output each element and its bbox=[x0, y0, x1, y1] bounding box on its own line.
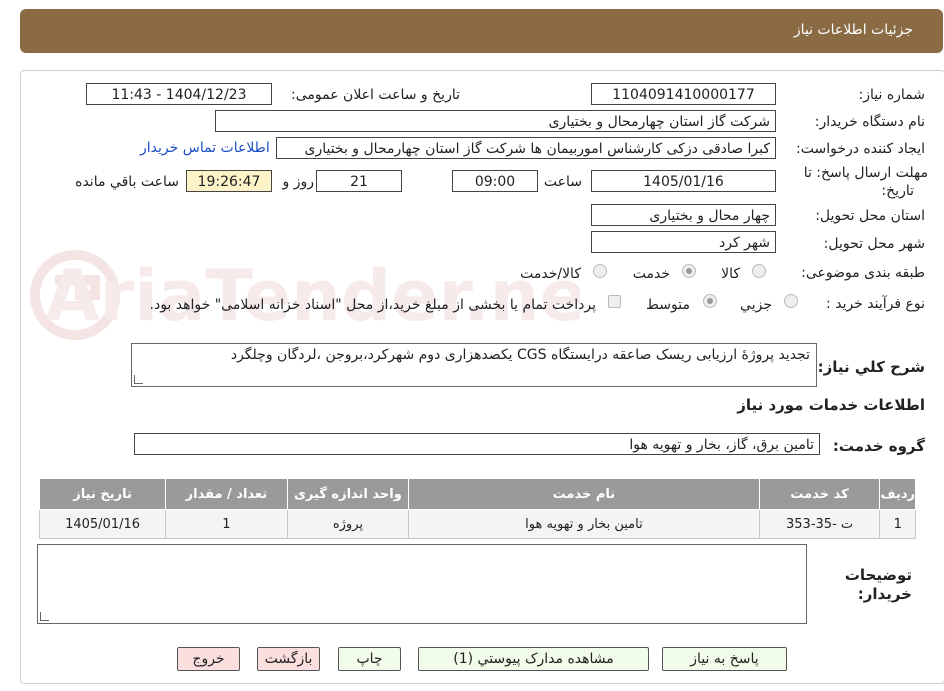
category-radio-service[interactable] bbox=[682, 264, 696, 278]
description-text: تجدید پروژۀ ارزیابی ریسک صاعقه درایستگاه… bbox=[230, 347, 810, 363]
col-header-need-date: تاریخ نیاز bbox=[38, 478, 167, 510]
requester-field: کبرا صادقی دزکی کارشناس اموربیمان ها شرک… bbox=[276, 137, 776, 159]
buyer-notes-field[interactable] bbox=[37, 544, 807, 624]
exit-button[interactable]: خروج bbox=[177, 647, 240, 671]
category-option-goods: کالا bbox=[721, 266, 740, 282]
requester-label: ایجاد کننده درخواست: bbox=[796, 141, 925, 157]
table-header-row: ردیف کد خدمت نام خدمت واحد اندازه گیری ت… bbox=[38, 478, 916, 510]
deadline-label-2: تاریخ: bbox=[881, 183, 914, 199]
process-radio-minor[interactable] bbox=[784, 294, 798, 308]
deadline-date-field: 1405/01/16 bbox=[591, 170, 776, 192]
province-label: استان محل تحویل: bbox=[815, 208, 925, 224]
process-radio-medium[interactable] bbox=[703, 294, 717, 308]
resize-grip-icon bbox=[40, 612, 49, 621]
cell-need-date: 1405/01/16 bbox=[38, 509, 167, 539]
city-field: شهر کرد bbox=[591, 231, 776, 253]
buyer-org-field: شرکت گاز استان چهارمحال و بختیاری bbox=[215, 110, 776, 132]
cell-service-code: ت -35-353 bbox=[758, 509, 881, 539]
payment-note: پرداخت تمام یا بخشی از مبلغ خرید،از محل … bbox=[149, 297, 596, 313]
view-attachments-button[interactable]: مشاهده مدارک پیوستي (1) bbox=[418, 647, 649, 671]
deadline-label: مهلت ارسال پاسخ: تا bbox=[803, 165, 928, 181]
table-row: 1 ت -35-353 تامین بخار و تهویه هوا پروژه… bbox=[38, 509, 916, 539]
days-label: روز و bbox=[282, 174, 315, 190]
process-option-minor: جزیي bbox=[740, 297, 772, 313]
resize-grip-icon bbox=[134, 375, 143, 384]
service-group-field: تامین برق، گاز، بخار و تهویه هوا bbox=[134, 433, 820, 455]
services-table: ردیف کد خدمت نام خدمت واحد اندازه گیری ت… bbox=[38, 478, 916, 539]
process-option-medium: متوسط bbox=[646, 297, 690, 313]
col-header-service-name: نام خدمت bbox=[408, 478, 760, 510]
print-button[interactable]: چاپ bbox=[338, 647, 401, 671]
city-label: شهر محل تحویل: bbox=[823, 236, 925, 252]
category-option-service: خدمت bbox=[632, 266, 670, 282]
page-title: جزئیات اطلاعات نیاز bbox=[793, 22, 913, 38]
announce-field: 1404/12/23 - 11:43 bbox=[86, 83, 272, 105]
cell-row-number: 1 bbox=[879, 509, 916, 539]
col-header-unit: واحد اندازه گیری bbox=[286, 478, 410, 510]
deadline-time-field: 09:00 bbox=[452, 170, 538, 192]
service-group-label: گروه خدمت: bbox=[832, 437, 925, 455]
need-number-label: شماره نیاز: bbox=[858, 87, 926, 103]
province-field: چهار محال و بختیاری bbox=[591, 204, 776, 226]
process-label: نوع فرآیند خرید : bbox=[826, 296, 925, 312]
page-header: جزئیات اطلاعات نیاز bbox=[20, 9, 943, 53]
buyer-org-label: نام دستگاه خریدار: bbox=[814, 114, 925, 130]
announce-label: تاریخ و ساعت اعلان عمومی: bbox=[291, 87, 460, 103]
back-button[interactable]: بازگشت bbox=[257, 647, 320, 671]
cell-service-name: تامین بخار و تهویه هوا bbox=[408, 509, 760, 539]
remaining-time-field: 19:26:47 bbox=[186, 170, 272, 192]
category-radio-both[interactable] bbox=[593, 264, 607, 278]
buyer-notes-label: توضیحات bbox=[844, 566, 912, 584]
category-radio-goods[interactable] bbox=[752, 264, 766, 278]
category-option-both: کالا/خدمت bbox=[520, 266, 581, 282]
treasury-checkbox[interactable] bbox=[608, 295, 621, 308]
buyer-contact-link[interactable]: اطلاعات تماس خریدار bbox=[140, 140, 270, 156]
col-header-quantity: تعداد / مقدار bbox=[165, 478, 288, 510]
days-field: 21 bbox=[316, 170, 402, 192]
col-header-service-code: کد خدمت bbox=[758, 478, 881, 510]
description-field: تجدید پروژۀ ارزیابی ریسک صاعقه درایستگاه… bbox=[131, 343, 817, 387]
remaining-label: ساعت باقي مانده bbox=[75, 174, 179, 190]
time-label: ساعت bbox=[543, 174, 582, 190]
col-header-row-number: ردیف bbox=[879, 478, 916, 510]
buyer-notes-label-2: خریدار: bbox=[857, 585, 912, 603]
cell-unit: پروژه bbox=[286, 509, 410, 539]
services-title: اطلاعات خدمات مورد نیاز bbox=[737, 396, 925, 414]
reply-button[interactable]: پاسخ به نیاز bbox=[662, 647, 787, 671]
description-label: شرح کلي نیاز: bbox=[817, 358, 925, 376]
need-number-field: 1104091410000177 bbox=[591, 83, 776, 105]
category-label: طبقه بندی موضوعی: bbox=[801, 265, 925, 281]
cell-quantity: 1 bbox=[165, 509, 288, 539]
